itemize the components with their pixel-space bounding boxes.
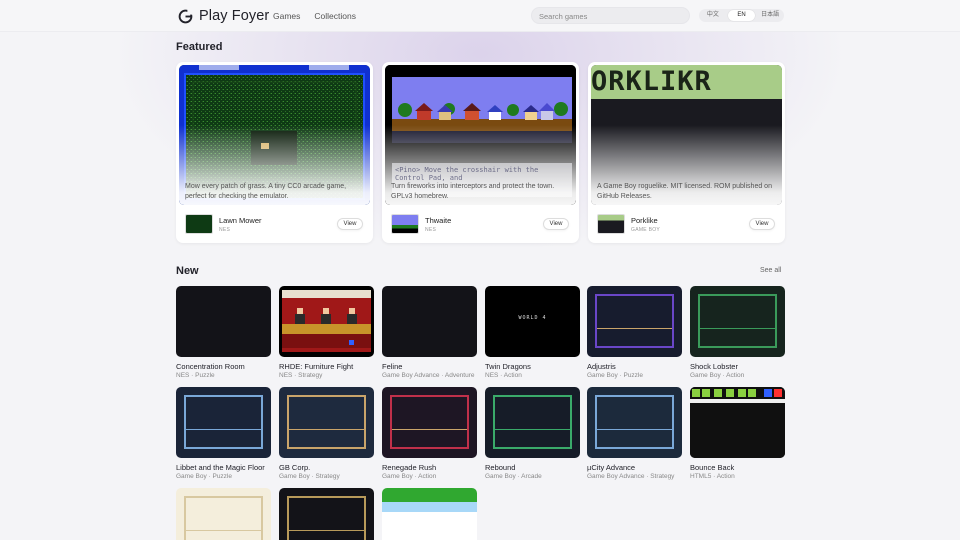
game-thumbnail bbox=[690, 387, 785, 458]
top-bar: Play Foyer Games Collections Search game… bbox=[0, 0, 960, 32]
game-name: Adjustris bbox=[587, 362, 616, 371]
view-button[interactable]: View bbox=[543, 218, 569, 230]
featured-name: Porklike bbox=[631, 216, 658, 225]
game-thumbnail bbox=[382, 488, 477, 540]
game-meta: Game Boy · Puzzle bbox=[176, 473, 232, 480]
game-card[interactable]: Shock Lobster Game Boy · Action bbox=[690, 286, 785, 379]
game-card[interactable] bbox=[176, 488, 271, 540]
main-nav: Games Collections bbox=[273, 11, 356, 21]
game-meta: HTML5 · Action bbox=[690, 473, 735, 480]
nav-collections[interactable]: Collections bbox=[314, 11, 356, 21]
lang-ja[interactable]: 日本語 bbox=[756, 10, 784, 21]
game-name: Rebound bbox=[485, 463, 516, 472]
featured-platform: GAME BOY bbox=[631, 227, 661, 233]
game-card[interactable]: Adjustris Game Boy · Puzzle bbox=[587, 286, 682, 379]
game-card[interactable]: Concentration Room NES · Puzzle bbox=[176, 286, 271, 379]
game-meta: Game Boy · Strategy bbox=[279, 473, 340, 480]
featured-name: Thwaite bbox=[425, 216, 452, 225]
game-card[interactable]: Rebound Game Boy · Arcade bbox=[485, 387, 580, 480]
view-button[interactable]: View bbox=[337, 218, 363, 230]
nav-games[interactable]: Games bbox=[273, 11, 300, 21]
game-thumbnail bbox=[587, 286, 682, 357]
game-thumbnail bbox=[279, 488, 374, 540]
game-thumbnail bbox=[176, 286, 271, 357]
game-thumbnail bbox=[279, 387, 374, 458]
featured-card-lawn-mower[interactable]: Mow every patch of grass. A tiny CC0 arc… bbox=[176, 62, 373, 243]
game-thumbnail: WORLD 4 bbox=[485, 286, 580, 357]
game-name: Concentration Room bbox=[176, 362, 245, 371]
brand-name: Play Foyer bbox=[199, 8, 270, 24]
game-thumbnail bbox=[485, 387, 580, 458]
game-meta: Game Boy Advance · Adventure bbox=[382, 372, 475, 379]
view-button[interactable]: View bbox=[749, 218, 775, 230]
featured-platform: NES bbox=[219, 227, 231, 233]
language-switcher: 中文 EN 日本語 bbox=[699, 9, 784, 22]
lawn-mower-thumbnail bbox=[185, 214, 213, 234]
game-card[interactable]: µCity Advance Game Boy Advance · Strateg… bbox=[587, 387, 682, 480]
featured-description: Mow every patch of grass. A tiny CC0 arc… bbox=[185, 183, 347, 200]
brand-logo[interactable]: Play Foyer bbox=[178, 8, 269, 24]
featured-grid: Mow every patch of grass. A tiny CC0 arc… bbox=[176, 62, 785, 243]
game-thumbnail bbox=[382, 286, 477, 357]
game-name: Twin Dragons bbox=[485, 362, 531, 371]
game-card[interactable] bbox=[279, 488, 374, 540]
game-thumbnail bbox=[176, 387, 271, 458]
game-name: Renegade Rush bbox=[382, 463, 437, 472]
search-input[interactable]: Search games bbox=[531, 7, 690, 24]
game-card[interactable]: Libbet and the Magic Floor Game Boy · Pu… bbox=[176, 387, 271, 480]
featured-name: Lawn Mower bbox=[219, 216, 262, 225]
porklike-screen-text: ORKLIKR bbox=[591, 66, 712, 97]
featured-description: Turn fireworks into interceptors and pro… bbox=[391, 183, 555, 200]
game-card[interactable]: RHDE: Furniture Fight NES · Strategy bbox=[279, 286, 374, 379]
game-name: Feline bbox=[382, 362, 403, 371]
game-thumbnail bbox=[587, 387, 682, 458]
game-meta: Game Boy · Action bbox=[382, 473, 437, 480]
featured-title: Featured bbox=[176, 41, 223, 53]
game-thumbnail bbox=[382, 387, 477, 458]
game-card[interactable]: GB Corp. Game Boy · Strategy bbox=[279, 387, 374, 480]
thwaite-thumbnail bbox=[391, 214, 419, 234]
game-meta: NES · Puzzle bbox=[176, 372, 215, 379]
featured-card-porklike[interactable]: ORKLIKR A Game Boy roguelike. MIT licens… bbox=[588, 62, 785, 243]
game-name: Libbet and the Magic Floor bbox=[176, 463, 265, 472]
game-meta: NES · Action bbox=[485, 372, 522, 379]
game-card[interactable]: Feline Game Boy Advance · Adventure bbox=[382, 286, 477, 379]
game-card[interactable]: Bounce Back HTML5 · Action bbox=[690, 387, 785, 480]
porklike-thumbnail bbox=[597, 214, 625, 234]
game-card[interactable]: WORLD 4 Twin Dragons NES · Action bbox=[485, 286, 580, 379]
game-meta: Game Boy · Action bbox=[690, 372, 745, 379]
game-name: GB Corp. bbox=[279, 463, 311, 472]
game-thumbnail bbox=[690, 286, 785, 357]
new-title: New bbox=[176, 265, 199, 277]
featured-card-thwaite[interactable]: <Pino> Move the crosshair with the Contr… bbox=[382, 62, 579, 243]
featured-description: A Game Boy roguelike. MIT licensed. ROM … bbox=[597, 183, 772, 200]
game-meta: Game Boy Advance · Strategy bbox=[587, 473, 675, 480]
game-name: Shock Lobster bbox=[690, 362, 738, 371]
see-all-link[interactable]: See all bbox=[760, 267, 781, 274]
lang-zh[interactable]: 中文 bbox=[699, 10, 727, 21]
game-meta: Game Boy · Puzzle bbox=[587, 372, 643, 379]
game-thumbnail bbox=[176, 488, 271, 540]
game-meta: NES · Strategy bbox=[279, 372, 323, 379]
game-card[interactable]: Renegade Rush Game Boy · Action bbox=[382, 387, 477, 480]
game-thumbnail bbox=[279, 286, 374, 357]
lang-en[interactable]: EN bbox=[727, 10, 756, 21]
game-card[interactable] bbox=[382, 488, 477, 540]
game-meta: Game Boy · Arcade bbox=[485, 473, 542, 480]
game-name: µCity Advance bbox=[587, 463, 636, 472]
featured-platform: NES bbox=[425, 227, 437, 233]
twin-dragons-screen-text: WORLD 4 bbox=[518, 315, 547, 321]
game-name: RHDE: Furniture Fight bbox=[279, 362, 354, 371]
brand-icon bbox=[178, 9, 193, 23]
game-name: Bounce Back bbox=[690, 463, 735, 472]
